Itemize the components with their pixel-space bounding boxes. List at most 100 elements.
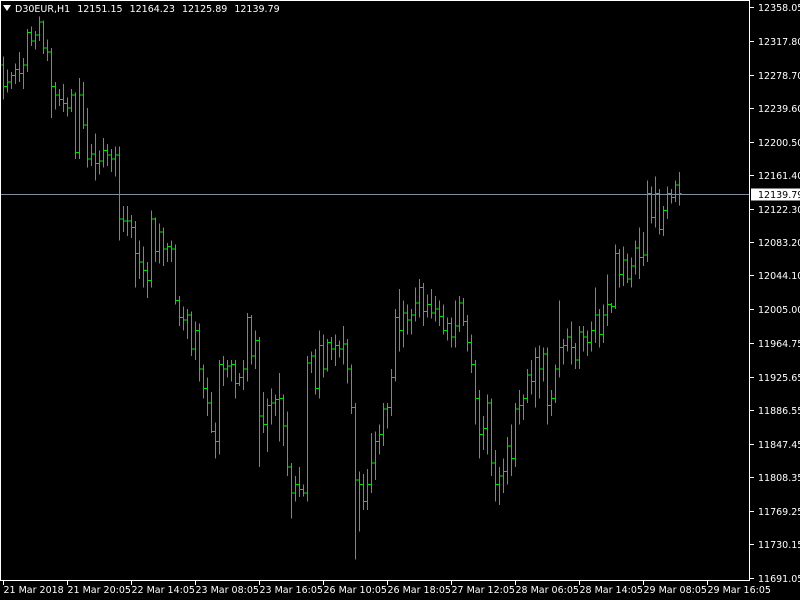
ohlc-bar <box>9 71 14 89</box>
time-tick-label: 23 Mar 08:05 <box>196 585 259 596</box>
ohlc-bar <box>153 217 158 262</box>
ohlc-bar <box>77 77 82 160</box>
ohlc-bar <box>593 287 598 344</box>
ohlc-bar <box>193 321 198 361</box>
ohlc-bar <box>573 343 578 369</box>
ohlc-bar <box>441 304 446 335</box>
ohlc-bar <box>109 148 114 172</box>
price-tick-label: 12278.70 <box>758 71 800 82</box>
ohlc-bar <box>477 390 482 459</box>
ohlc-bar <box>37 16 42 42</box>
ohlc-bar <box>621 246 626 286</box>
ohlc-bar <box>257 337 262 468</box>
ohlc-bar <box>637 227 642 279</box>
ohlc-bar <box>341 326 346 365</box>
ohlc-bar <box>177 296 182 327</box>
ohlc-bar <box>633 240 638 275</box>
ohlc-bar <box>425 294 430 318</box>
ohlc-bar <box>445 317 450 341</box>
ohlc-bar <box>245 313 250 382</box>
ohlc-bar <box>237 373 242 386</box>
ohlc-bar <box>329 337 334 361</box>
ohlc-bar <box>53 82 58 110</box>
ohlc-bar <box>489 398 494 476</box>
ohlc-bar <box>645 180 650 262</box>
ohlc-bar <box>597 308 602 348</box>
ohlc-bar <box>601 304 606 344</box>
ohlc-bar <box>605 274 610 327</box>
time-tick-label: 27 Mar 12:05 <box>452 585 515 596</box>
ohlc-bar <box>305 355 310 502</box>
ohlc-bar <box>545 347 550 425</box>
price-tick-label: 11808.35 <box>758 473 800 484</box>
ohlc-bar <box>437 300 442 327</box>
ohlc-bar <box>301 484 306 497</box>
ohlc-bar <box>285 411 290 476</box>
ohlc-bar <box>561 338 566 365</box>
ohlc-bar <box>369 432 374 493</box>
price-tick-label: 11730.15 <box>758 540 800 551</box>
ohlc-bar <box>201 364 206 399</box>
ohlc-bar <box>269 388 274 425</box>
ohlc-bar <box>133 220 138 288</box>
ohlc-bar <box>541 347 546 382</box>
ohlc-bar <box>613 244 618 309</box>
ohlc-bar <box>293 475 298 502</box>
ohlc-bar <box>537 345 542 399</box>
ohlc-bar <box>225 360 230 378</box>
ohlc-bar <box>617 249 622 288</box>
ohlc-bar <box>337 340 342 358</box>
ohlc-bar <box>89 143 94 166</box>
ohlc-bar <box>181 306 186 331</box>
ohlc-bar <box>405 304 410 335</box>
ohlc-bar <box>493 450 498 502</box>
ohlc-bar <box>137 240 142 279</box>
ohlc-bar <box>457 296 462 332</box>
ohlc-bar <box>1 56 6 100</box>
ohlc-bar <box>385 403 390 429</box>
ohlc-bar <box>453 300 458 348</box>
price-tick-label: 11847.45 <box>758 440 800 451</box>
ohlc-bar <box>161 227 166 267</box>
ohlc-bar <box>297 467 302 498</box>
price-tick-label: 11691.05 <box>758 574 800 585</box>
ohlc-bar <box>357 471 362 532</box>
ohlc-bar <box>93 133 98 181</box>
ohlc-bar <box>113 146 118 177</box>
price-chart[interactable]: 12358.05 12317.80 12278.70 12239.60 12200.50… <box>0 0 800 600</box>
ohlc-bar <box>45 39 50 61</box>
time-tick-label: 22 Mar 14:05 <box>132 585 195 596</box>
price-tick-label: 11925.65 <box>758 373 800 384</box>
price-tick-label: 12317.80 <box>758 37 800 48</box>
price-axis: 12358.05 12317.80 12278.70 12239.60 12200.50… <box>750 3 800 585</box>
ohlc-bar <box>185 308 190 339</box>
price-tick-label: 12200.50 <box>758 138 800 149</box>
ohlc-bar <box>29 26 34 47</box>
plot-frame <box>0 0 750 581</box>
ohlc-bar <box>361 474 366 510</box>
ohlc-bar <box>101 137 106 168</box>
price-tick-label: 12122.30 <box>758 205 800 216</box>
time-tick-label: 29 Mar 16:05 <box>708 585 771 596</box>
price-tick-label: 12083.20 <box>758 238 800 249</box>
ohlc-bar <box>609 302 614 314</box>
ohlc-bar <box>17 52 22 83</box>
ohlc-bar <box>533 347 538 408</box>
time-axis: 21 Mar 2018 21 Mar 20:05 22 Mar 14:05 23 Ma… <box>3 581 771 596</box>
ohlc-bar <box>229 360 234 382</box>
price-tick-label: 11964.75 <box>758 339 800 350</box>
ohlc-bar <box>69 88 74 113</box>
ohlc-bar <box>165 243 170 262</box>
ohlc-bar <box>317 330 322 399</box>
price-tick-label: 12358.05 <box>758 3 800 14</box>
time-tick-label: 26 Mar 18:05 <box>388 585 451 596</box>
time-tick-label: 26 Mar 10:05 <box>324 585 387 596</box>
ohlc-bar <box>173 244 178 305</box>
time-tick-label: 21 Mar 20:05 <box>68 585 131 596</box>
ohlc-bar <box>513 403 518 468</box>
ohlc-bar <box>657 189 662 235</box>
ohlc-bar <box>249 314 254 365</box>
ohlc-bar <box>169 240 174 262</box>
ohlc-bar <box>629 257 634 288</box>
ohlc-bars <box>1 16 682 560</box>
